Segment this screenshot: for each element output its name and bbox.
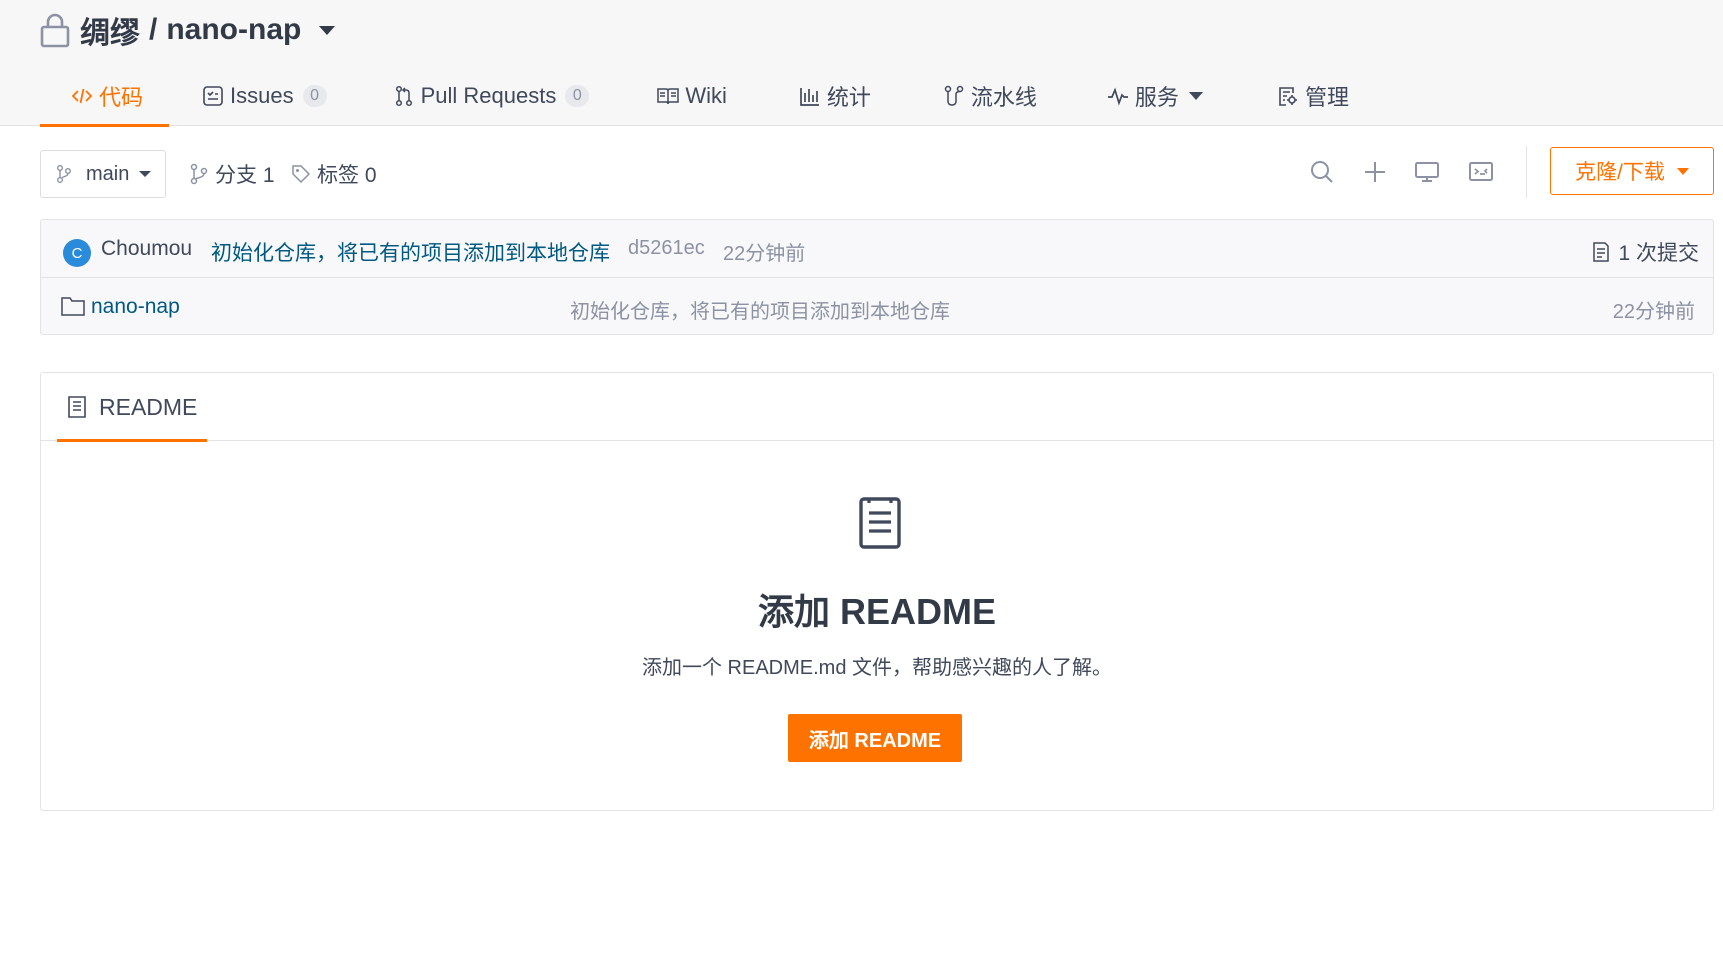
branch-selector[interactable]: main [40, 150, 166, 198]
services-caret-icon [1188, 92, 1203, 100]
tab-issues-label: Issues [230, 83, 294, 108]
add-file-icon[interactable] [1361, 158, 1389, 186]
commit-message-link[interactable]: 初始化仓库，将已有的项目添加到本地仓库 [211, 237, 610, 267]
tab-services-label: 服务 [1134, 85, 1179, 110]
tab-stats[interactable]: 统计 [799, 66, 871, 126]
commit-count-label: 1 次提交 [1618, 242, 1699, 265]
repo-tabs: 代码 Issues 0 Pull Requests 0 Wiki 统计 流水线 … [40, 66, 1349, 127]
table-row[interactable]: nano-nap 初始化仓库，将已有的项目添加到本地仓库 22分钟前 [41, 278, 1713, 336]
repo-owner[interactable]: 绸缪 [80, 8, 140, 52]
repo-title: 绸缪 / nano-nap [40, 8, 336, 52]
readme-icon [68, 396, 86, 418]
tab-services[interactable]: 服务 [1107, 66, 1203, 126]
tab-readme[interactable]: README [57, 373, 207, 442]
latest-commit-row: C Choumou 初始化仓库，将已有的项目添加到本地仓库 d5261ec 22… [41, 220, 1713, 278]
tags-label: 标签 0 [317, 164, 377, 187]
tab-manage[interactable]: 管理 [1277, 66, 1349, 126]
tab-issues[interactable]: Issues 0 [202, 66, 327, 126]
web-ide-icon[interactable] [1413, 158, 1441, 186]
search-icon[interactable] [1308, 158, 1336, 186]
pulse-icon [1107, 87, 1128, 106]
file-list: C Choumou 初始化仓库，将已有的项目添加到本地仓库 d5261ec 22… [40, 219, 1714, 335]
settings-doc-icon [1279, 87, 1297, 106]
repo-switch-caret-icon[interactable] [319, 25, 336, 35]
tag-icon [292, 165, 311, 184]
pull-request-icon [395, 85, 412, 107]
repo-separator: / [149, 13, 158, 46]
tab-code-label: 代码 [99, 85, 144, 110]
pipeline-icon [944, 85, 964, 106]
repo-header: 绸缪 / nano-nap 代码 Issues 0 Pull Requests … [0, 0, 1723, 127]
pull-requests-count-badge: 0 [565, 85, 590, 107]
tab-pipeline-label: 流水线 [970, 85, 1037, 110]
clone-caret-icon [1676, 167, 1689, 175]
tab-wiki[interactable]: Wiki [657, 66, 727, 126]
tab-pipeline[interactable]: 流水线 [943, 66, 1037, 126]
issues-icon [203, 86, 223, 106]
branch-selector-label: main [86, 162, 130, 185]
commit-hash[interactable]: d5261ec [628, 237, 705, 260]
tab-stats-label: 统计 [826, 85, 871, 110]
readme-panel: README 添加 README 添加一个 README.md 文件，帮助感兴趣… [40, 372, 1714, 811]
file-commit-message[interactable]: 初始化仓库，将已有的项目添加到本地仓库 [570, 295, 950, 324]
readme-header: README [41, 373, 1713, 442]
terminal-icon[interactable] [1467, 158, 1495, 186]
book-icon [657, 88, 680, 105]
document-icon [859, 497, 901, 549]
toolbar-divider [1526, 146, 1527, 198]
clone-download-button[interactable]: 克隆/下载 [1550, 147, 1714, 195]
repo-name[interactable]: nano-nap [166, 13, 301, 47]
empty-readme-description: 添加一个 README.md 文件，帮助感兴趣的人了解。 [641, 657, 1113, 679]
readme-tab-label: README [99, 393, 198, 420]
clone-download-label: 克隆/下载 [1575, 161, 1665, 184]
commit-time: 22分钟前 [723, 243, 806, 265]
commit-count-link[interactable]: 1 次提交 [1592, 237, 1699, 267]
file-name-link[interactable]: nano-nap [91, 295, 180, 319]
tab-pull-requests[interactable]: Pull Requests 0 [393, 66, 590, 126]
file-commit-time: 22分钟前 [1612, 301, 1695, 323]
lock-icon [40, 13, 70, 48]
tab-pull-requests-label: Pull Requests [420, 83, 557, 108]
tags-link[interactable]: 标签 0 [291, 160, 377, 188]
branches-label: 分支 1 [215, 164, 275, 187]
code-icon [71, 88, 93, 104]
empty-readme-title: 添加 README [757, 591, 996, 632]
folder-icon [61, 297, 85, 316]
tab-wiki-label: Wiki [685, 83, 727, 108]
add-readme-button[interactable]: 添加 README [788, 714, 962, 762]
tab-code[interactable]: 代码 [40, 66, 169, 127]
branches-icon [190, 163, 208, 185]
bar-chart-icon [800, 88, 819, 106]
avatar[interactable]: C [63, 239, 91, 267]
branch-caret-icon [139, 171, 152, 177]
branches-link[interactable]: 分支 1 [189, 160, 275, 188]
commit-author[interactable]: Choumou [101, 237, 192, 261]
tab-manage-label: 管理 [1304, 85, 1349, 110]
branch-icon [57, 165, 71, 183]
commits-icon [1593, 242, 1610, 262]
issues-count-badge: 0 [302, 85, 327, 107]
